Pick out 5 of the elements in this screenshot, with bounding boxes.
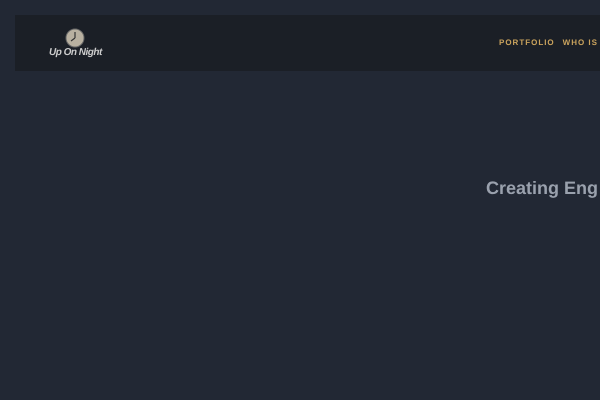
clock-icon <box>65 28 86 48</box>
nav-link[interactable]: WHO IS <box>562 37 598 49</box>
hero-heading: Creating Eng <box>486 178 598 199</box>
logo-text[interactable]: Up On Night <box>49 48 102 58</box>
nav-link[interactable]: PORTFOLIO <box>498 37 555 49</box>
